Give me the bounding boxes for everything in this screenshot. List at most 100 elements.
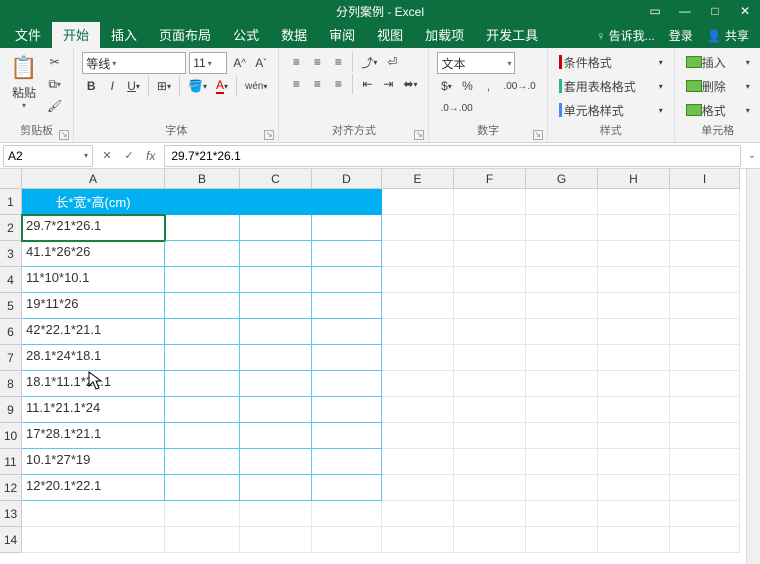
- cell[interactable]: [526, 371, 598, 397]
- cell[interactable]: [240, 449, 312, 475]
- cell[interactable]: [240, 267, 312, 293]
- cell[interactable]: [454, 449, 526, 475]
- italic-button[interactable]: I: [103, 76, 121, 96]
- copy-button[interactable]: ⧉ ▾: [44, 74, 65, 94]
- cell[interactable]: [240, 215, 312, 241]
- cell[interactable]: 17*28.1*21.1: [22, 423, 165, 449]
- format-cells-button[interactable]: 格式 ▾: [683, 100, 753, 120]
- column-header-D[interactable]: D: [312, 169, 382, 189]
- cell[interactable]: [312, 423, 382, 449]
- cell[interactable]: [312, 397, 382, 423]
- cell[interactable]: [240, 475, 312, 501]
- cell[interactable]: 12*20.1*22.1: [22, 475, 165, 501]
- column-header-E[interactable]: E: [382, 169, 454, 189]
- cell[interactable]: [240, 319, 312, 345]
- vertical-scrollbar[interactable]: [746, 169, 760, 564]
- column-header-I[interactable]: I: [670, 169, 740, 189]
- cell[interactable]: 19*11*26: [22, 293, 165, 319]
- cell[interactable]: [526, 241, 598, 267]
- cell[interactable]: [670, 345, 740, 371]
- row-header-12[interactable]: 12: [0, 475, 22, 501]
- number-format-select[interactable]: 文本▾: [437, 52, 515, 74]
- increase-decimal-button[interactable]: .00→.0: [500, 76, 538, 96]
- cell[interactable]: [598, 215, 670, 241]
- ribbon-display-icon[interactable]: ▭: [640, 0, 670, 22]
- cell[interactable]: 41.1*26*26: [22, 241, 165, 267]
- cell[interactable]: [312, 241, 382, 267]
- clipboard-launcher-icon[interactable]: ↘: [59, 130, 69, 140]
- cell[interactable]: [598, 527, 670, 553]
- cell[interactable]: [526, 501, 598, 527]
- delete-cells-button[interactable]: 删除 ▾: [683, 76, 753, 96]
- number-launcher-icon[interactable]: ↘: [533, 130, 543, 140]
- header-cell[interactable]: 长*宽*高(cm): [22, 189, 165, 215]
- cell[interactable]: [312, 319, 382, 345]
- cell[interactable]: [454, 527, 526, 553]
- cell[interactable]: [670, 501, 740, 527]
- cell[interactable]: [670, 293, 740, 319]
- cell[interactable]: [165, 319, 240, 345]
- tab-view[interactable]: 视图: [366, 21, 414, 48]
- cell[interactable]: [312, 475, 382, 501]
- tab-file[interactable]: 文件: [4, 21, 52, 48]
- cell[interactable]: [526, 319, 598, 345]
- cell[interactable]: [165, 423, 240, 449]
- cell[interactable]: [240, 345, 312, 371]
- cell[interactable]: [165, 371, 240, 397]
- header-cell[interactable]: [240, 189, 312, 215]
- cell[interactable]: 18.1*11.1*21.1: [22, 371, 165, 397]
- conditional-format-button[interactable]: 条件格式 ▾: [556, 52, 666, 72]
- column-header-A[interactable]: A: [22, 169, 165, 189]
- insert-cells-button[interactable]: 插入 ▾: [683, 52, 753, 72]
- comma-format-button[interactable]: ,: [479, 76, 497, 96]
- minimize-icon[interactable]: —: [670, 0, 700, 22]
- tab-addins[interactable]: 加载项: [414, 21, 475, 48]
- cell[interactable]: [598, 241, 670, 267]
- cell[interactable]: [598, 345, 670, 371]
- header-cell[interactable]: [312, 189, 382, 215]
- cell[interactable]: [22, 501, 165, 527]
- cell[interactable]: [454, 501, 526, 527]
- cut-button[interactable]: ✂: [44, 52, 65, 72]
- row-header-1[interactable]: 1: [0, 189, 22, 215]
- cell[interactable]: [382, 527, 454, 553]
- fx-icon[interactable]: fx: [140, 149, 161, 163]
- column-header-F[interactable]: F: [454, 169, 526, 189]
- cell[interactable]: [526, 423, 598, 449]
- align-top-button[interactable]: ≡: [287, 52, 305, 72]
- cell[interactable]: [598, 501, 670, 527]
- tab-insert[interactable]: 插入: [100, 21, 148, 48]
- cell[interactable]: [382, 215, 454, 241]
- cell[interactable]: [382, 241, 454, 267]
- row-header-5[interactable]: 5: [0, 293, 22, 319]
- bold-button[interactable]: B: [82, 76, 100, 96]
- restore-icon[interactable]: □: [700, 0, 730, 22]
- font-name-select[interactable]: 等线▾: [82, 52, 186, 74]
- increase-font-button[interactable]: A^: [230, 53, 249, 73]
- column-header-B[interactable]: B: [165, 169, 240, 189]
- cell[interactable]: 42*22.1*21.1: [22, 319, 165, 345]
- decrease-font-button[interactable]: Aˇ: [252, 53, 270, 73]
- align-right-button[interactable]: ≡: [329, 74, 347, 94]
- cell[interactable]: [240, 423, 312, 449]
- cell[interactable]: [598, 267, 670, 293]
- cell[interactable]: [382, 189, 454, 215]
- cell[interactable]: [454, 189, 526, 215]
- cell[interactable]: [382, 345, 454, 371]
- cell[interactable]: [240, 371, 312, 397]
- cell[interactable]: [454, 319, 526, 345]
- cell[interactable]: [454, 475, 526, 501]
- wrap-text-button[interactable]: ⏎: [383, 52, 401, 72]
- border-button[interactable]: ⊞ ▾: [154, 76, 174, 96]
- cell[interactable]: [454, 293, 526, 319]
- font-launcher-icon[interactable]: ↘: [264, 130, 274, 140]
- cell[interactable]: [165, 397, 240, 423]
- cell[interactable]: 11*10*10.1: [22, 267, 165, 293]
- paste-button[interactable]: 📋 粘贴 ▾: [6, 50, 42, 114]
- cell[interactable]: [165, 345, 240, 371]
- row-header-8[interactable]: 8: [0, 371, 22, 397]
- cell[interactable]: [454, 423, 526, 449]
- cell[interactable]: [382, 475, 454, 501]
- tab-data[interactable]: 数据: [270, 21, 318, 48]
- cell[interactable]: [670, 423, 740, 449]
